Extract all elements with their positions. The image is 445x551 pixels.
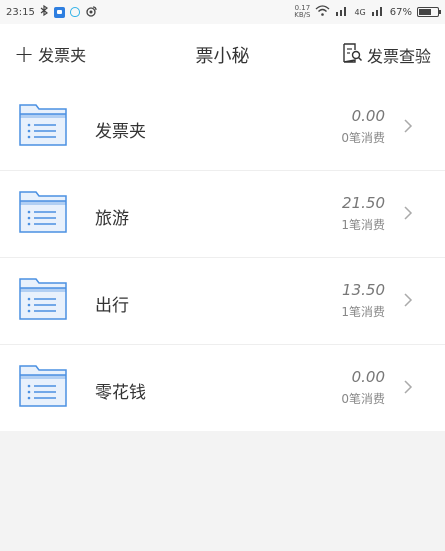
folder-amount: 21.50 xyxy=(342,194,385,212)
status-time: 23:15 xyxy=(6,6,35,18)
chevron-right-icon xyxy=(401,205,415,220)
folder-name: 零花钱 xyxy=(95,383,146,403)
battery-percent: 67% xyxy=(389,6,412,18)
bluetooth-icon xyxy=(40,4,49,19)
folder-name: 发票夹 xyxy=(95,122,146,142)
folder-list: 发票夹 0.00 0笔消费 旅游 21.50 1笔消费 出行 13.50 1笔消… xyxy=(0,84,445,431)
plus-icon: + xyxy=(14,40,35,68)
app-notification-icon xyxy=(53,6,65,18)
status-bar-right: 0.17 KB/S 4G 67% xyxy=(294,5,441,19)
app-header: + 发票夹 票小秘 发票查验 xyxy=(0,24,445,84)
net-speed-unit: KB/S xyxy=(294,11,311,19)
weibo-icon xyxy=(85,5,97,20)
network-type: 4G xyxy=(354,7,366,17)
battery-icon xyxy=(417,7,441,17)
folder-amount: 13.50 xyxy=(342,281,385,299)
invoice-verify-button[interactable]: 发票查验 xyxy=(341,42,431,68)
chevron-right-icon xyxy=(401,379,415,394)
add-folder-label: 发票夹 xyxy=(38,46,87,65)
invoice-verify-label: 发票查验 xyxy=(366,47,431,66)
folder-amount: 0.00 xyxy=(351,368,385,386)
folder-amount: 0.00 xyxy=(351,107,385,125)
battery-fill xyxy=(419,9,432,15)
empty-area xyxy=(0,432,445,551)
folder-icon xyxy=(18,275,68,321)
folder-row[interactable]: 出行 13.50 1笔消费 xyxy=(0,258,445,345)
net-speed: 0.17 KB/S xyxy=(294,5,310,19)
folder-name: 旅游 xyxy=(95,209,129,229)
status-bar-left: 23:15 xyxy=(6,4,97,20)
folder-icon xyxy=(18,362,68,408)
folder-name: 出行 xyxy=(95,296,129,316)
invoice-search-icon xyxy=(341,42,363,68)
folder-icon xyxy=(18,101,68,147)
wifi-icon xyxy=(315,5,330,19)
folder-count: 0笔消费 xyxy=(341,131,385,145)
folder-count: 1笔消费 xyxy=(341,218,385,232)
folder-icon xyxy=(18,188,68,234)
folder-row[interactable]: 旅游 21.50 1笔消费 xyxy=(0,171,445,258)
signal-icon xyxy=(335,5,349,19)
signal-4g-icon xyxy=(371,5,385,19)
status-bar: 23:15 0.17 KB/S 4G 67% xyxy=(0,0,445,24)
chevron-right-icon xyxy=(401,292,415,307)
folder-count: 0笔消费 xyxy=(341,392,385,406)
add-folder-button[interactable]: + 发票夹 xyxy=(14,42,86,66)
folder-row[interactable]: 零花钱 0.00 0笔消费 xyxy=(0,345,445,431)
folder-row[interactable]: 发票夹 0.00 0笔消费 xyxy=(0,84,445,171)
folder-count: 1笔消费 xyxy=(341,305,385,319)
chevron-right-icon xyxy=(401,118,415,133)
qq-icon xyxy=(69,7,80,17)
